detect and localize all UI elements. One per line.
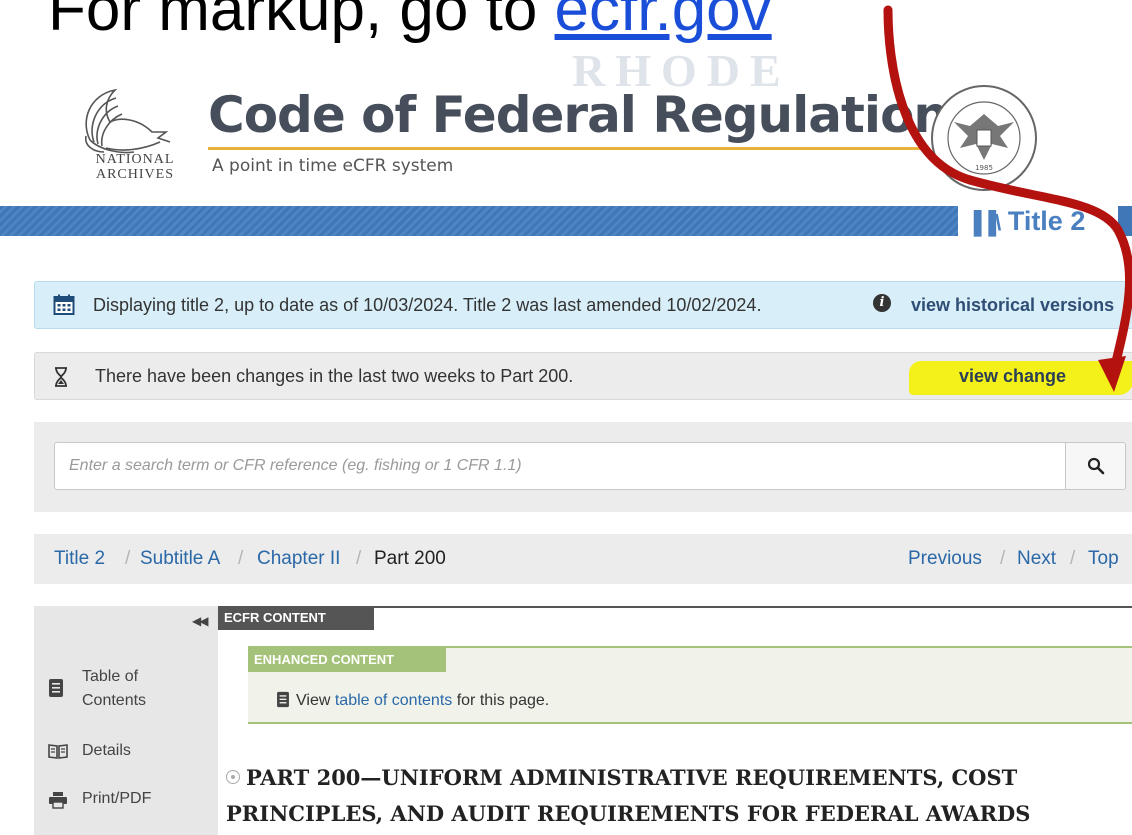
breadcrumb-title[interactable]: Title 2 [54,548,105,570]
hourglass-icon [55,367,67,387]
site-title[interactable]: Code of Federal Regulations [208,86,978,144]
info-icon[interactable]: i [873,294,891,312]
nav-separator: / [1070,548,1076,569]
nara-line2: ARCHIVES [95,167,174,182]
section-anchor-icon[interactable] [226,770,240,784]
table-of-contents-link[interactable]: table of contents [335,692,452,709]
search-icon [1087,457,1105,475]
top-link[interactable]: Top [1088,548,1119,570]
slide-heading: For markup, go to ecfr.gov [48,0,772,50]
sidebar-item-table-of-contents[interactable]: Table of Contents [48,666,208,716]
enhanced-content-box: ENHANCED CONTENT View table of contents … [248,646,1132,724]
library-icon: ▐▐\ [966,210,1001,235]
search-input[interactable] [54,442,1066,490]
book-icon [49,679,63,697]
breadcrumb-separator: / [238,548,244,569]
sidebar-label-line1: Table of [82,668,139,685]
breadcrumb: Title 2 / Subtitle A / Chapter II / Part… [34,534,1132,584]
view-historical-versions-link[interactable]: view historical versions [911,295,1114,316]
enhanced-prefix: View [296,692,335,709]
sidebar-item-details[interactable]: Details [48,740,208,764]
printer-icon [49,792,67,809]
title-tab-edge [1118,206,1132,236]
enhanced-content-text: View table of contents for this page. [276,688,549,710]
open-book-icon [48,744,68,759]
collapse-sidebar-icon[interactable]: ◀◀ [192,614,209,628]
sidebar-label: Details [82,742,131,759]
view-change-link[interactable]: view change [959,366,1066,387]
part-heading-text: PART 200—UNIFORM ADMINISTRATIVE REQUIREM… [226,765,1031,826]
nara-line1: NATIONAL [95,152,175,167]
ecfr-content-tab: ECFR CONTENT [218,606,374,630]
changes-text: There have been changes in the last two … [95,366,574,386]
info-text: Displaying title 2, up to date as of 10/… [93,295,762,315]
nav-separator: / [1000,548,1006,569]
site-subtitle: A point in time eCFR system [212,156,454,176]
title-underline [208,147,928,150]
changes-banner: There have been changes in the last two … [34,352,1132,400]
sidebar: ◀◀ Table of Contents Details Print/PDF [34,606,218,835]
title-tab-text: Title 2 [1007,206,1086,236]
book-icon [277,691,289,708]
sidebar-label: Print/PDF [82,790,152,807]
ecfr-link[interactable]: ecfr.gov [555,0,772,44]
part-heading: PART 200—UNIFORM ADMINISTRATIVE REQUIREM… [226,760,1126,832]
next-link[interactable]: Next [1017,548,1056,570]
previous-link[interactable]: Previous [908,548,982,570]
calendar-icon [53,294,75,315]
sidebar-label-line2: Contents [82,692,147,709]
breadcrumb-subtitle[interactable]: Subtitle A [140,548,220,570]
title-tab-label[interactable]: ▐▐\ Title 2 [966,206,1085,237]
enhanced-suffix: for this page. [452,692,550,709]
enhanced-content-tab: ENHANCED CONTENT [248,648,446,672]
info-banner: Displaying title 2, up to date as of 10/… [34,281,1132,329]
slide-heading-text: For markup, go to [48,0,555,44]
search-panel [34,422,1132,512]
breadcrumb-chapter[interactable]: Chapter II [257,548,340,570]
breadcrumb-separator: / [125,548,131,569]
sidebar-item-print-pdf[interactable]: Print/PDF [48,788,208,812]
nara-wordmark: NATIONAL ARCHIVES [80,152,190,182]
breadcrumb-separator: / [356,548,362,569]
seal-year: 1985 [975,164,993,172]
title-band [0,206,958,236]
search-button[interactable] [1066,442,1126,490]
breadcrumb-part: Part 200 [374,548,446,569]
nara-seal-icon: 1985 [931,85,1037,191]
